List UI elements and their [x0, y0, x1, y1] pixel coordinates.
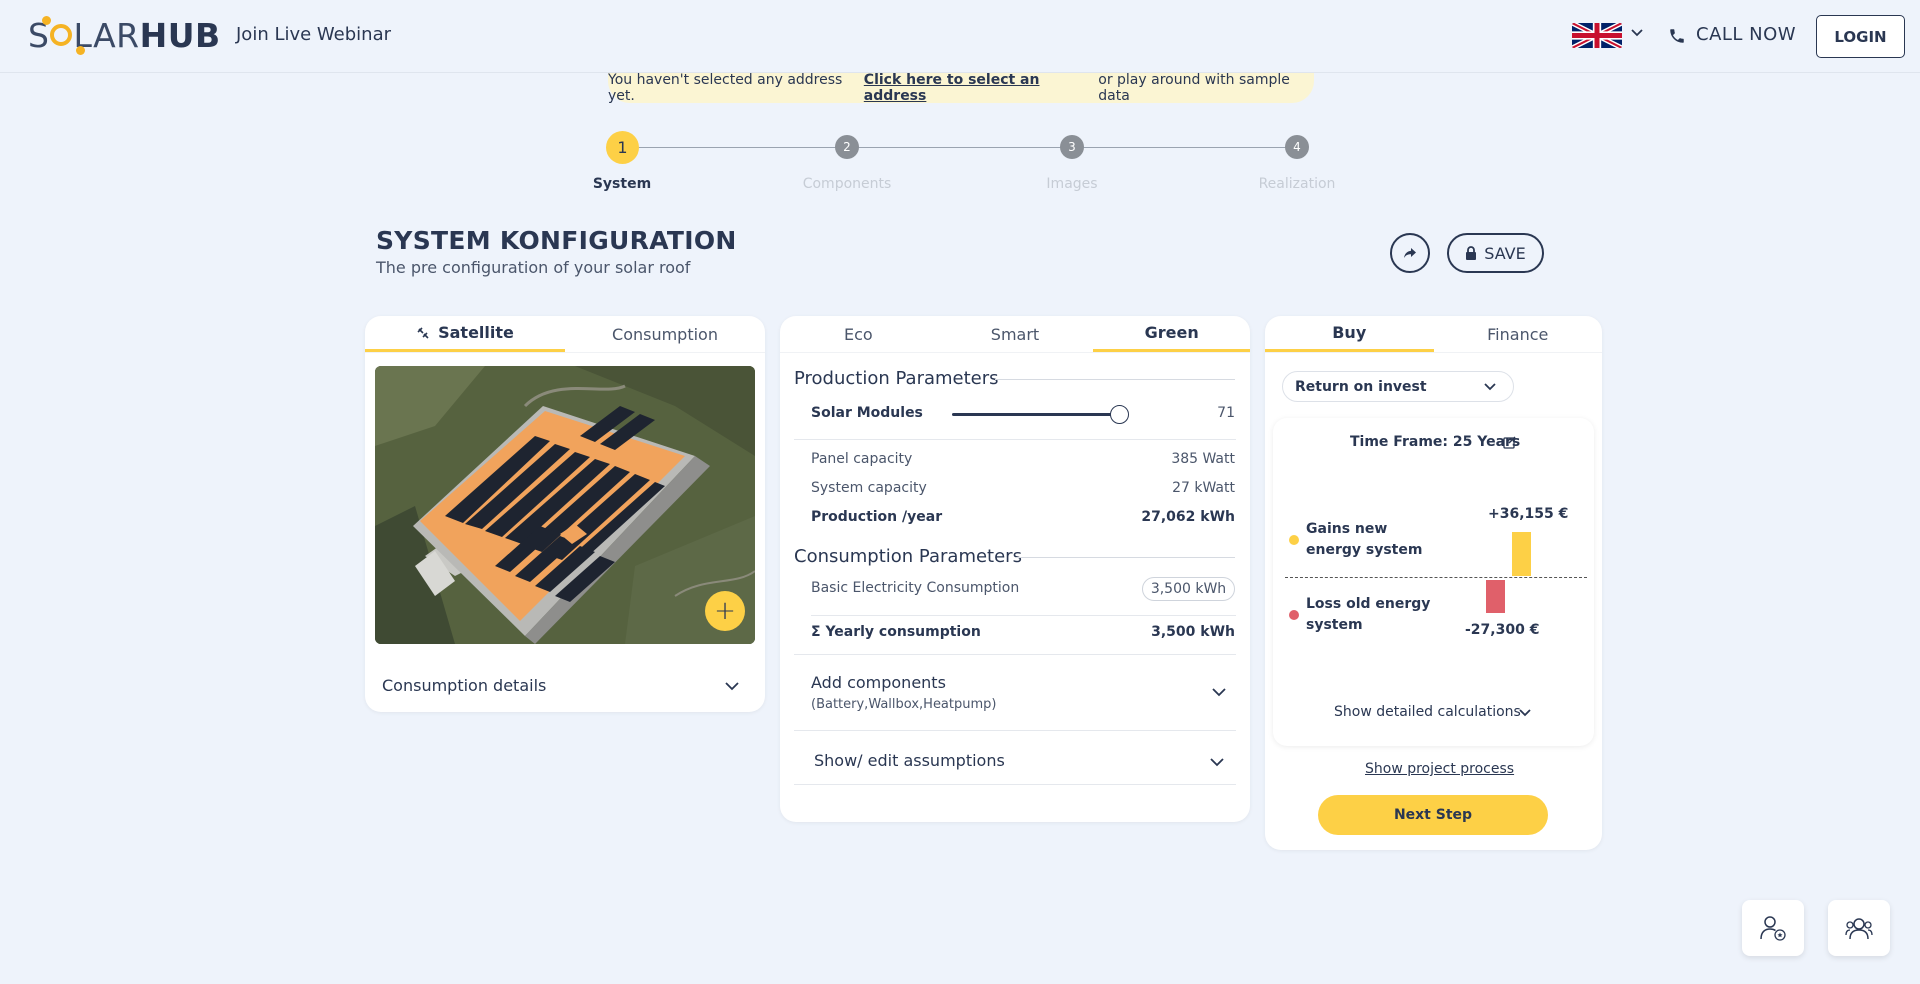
solar-modules-value: 71 [1217, 405, 1235, 421]
basic-consumption-label: Basic Electricity Consumption [811, 580, 1020, 596]
share-button[interactable] [1390, 233, 1430, 273]
step-1-label[interactable]: System [593, 176, 651, 192]
project-process-link[interactable]: Show project process [1365, 761, 1514, 777]
tab-eco[interactable]: Eco [780, 316, 937, 352]
roi-chart-card [1273, 418, 1594, 746]
chevron-down-icon[interactable] [1518, 706, 1532, 720]
gains-legend-dot [1289, 535, 1299, 545]
loss-legend-label: Loss old energy system [1306, 596, 1431, 633]
solar-modules-slider-track[interactable] [952, 413, 1118, 416]
zero-line [1285, 577, 1587, 578]
page-title: SYSTEM KONFIGURATION [376, 226, 737, 255]
tab-satellite-label: Satellite [438, 323, 514, 342]
page-subtitle: The pre configuration of your solar roof [376, 258, 691, 277]
step-3-label[interactable]: Images [1046, 176, 1097, 192]
loss-bar [1486, 580, 1505, 613]
profile-button[interactable] [1742, 900, 1804, 956]
phone-icon [1670, 29, 1684, 43]
tab-smart[interactable]: Smart [937, 316, 1094, 352]
metric-select[interactable]: Return on invest [1282, 371, 1514, 402]
add-components-toggle[interactable]: Add components [811, 673, 946, 692]
row-divider [811, 615, 1236, 616]
step-4-label[interactable]: Realization [1259, 176, 1336, 192]
tab-buy[interactable]: Buy [1265, 316, 1434, 352]
row-divider [794, 654, 1236, 655]
join-webinar-link[interactable]: Join Live Webinar [236, 24, 391, 45]
notice-text: You haven't selected any address yet. [608, 72, 843, 104]
step-3-dot[interactable]: 3 [1060, 135, 1084, 159]
panel-capacity-label: Panel capacity [811, 451, 913, 467]
share-icon [1404, 248, 1416, 258]
tab-consumption[interactable]: Consumption [565, 316, 765, 352]
chevron-down-icon[interactable] [724, 678, 740, 694]
basic-consumption-input[interactable]: 3,500 kWh [1142, 577, 1235, 601]
show-calculations-toggle[interactable]: Show detailed calculations [1334, 704, 1521, 720]
production-year-value: 27,062 kWh [1141, 509, 1235, 525]
login-button[interactable]: LOGIN [1816, 15, 1905, 58]
chevron-down-icon[interactable] [1630, 26, 1644, 40]
community-button[interactable] [1828, 900, 1890, 956]
address-notice: You haven't selected any address yet. Cl… [608, 72, 1314, 104]
row-divider [794, 730, 1236, 731]
sun-icon [42, 16, 86, 55]
step-2-dot[interactable]: 2 [835, 135, 859, 159]
section-divider [995, 379, 1235, 380]
map-tabs: Satellite Consumption [365, 316, 765, 353]
solar-modules-label: Solar Modules [811, 405, 923, 421]
step-2-label[interactable]: Components [803, 176, 892, 192]
tab-green[interactable]: Green [1093, 316, 1251, 352]
notice-text-end: or play around with sample data [1098, 72, 1290, 104]
step-1-dot[interactable]: 1 [606, 131, 639, 164]
chevron-down-icon[interactable] [1483, 380, 1497, 394]
system-capacity-label: System capacity [811, 480, 927, 496]
consumption-details-toggle[interactable]: Consumption details [382, 676, 546, 695]
row-divider [794, 784, 1236, 785]
parameters-card: Eco Smart Green [780, 316, 1251, 822]
lock-icon [1466, 245, 1477, 260]
section-divider [1015, 557, 1235, 558]
system-capacity-value: 27 kWatt [1172, 480, 1235, 496]
satellite-icon [417, 326, 429, 339]
chevron-down-icon[interactable] [1209, 754, 1225, 770]
step-4-dot[interactable]: 4 [1285, 135, 1309, 159]
save-label: SAVE [1484, 243, 1526, 263]
uk-flag-icon[interactable] [1572, 23, 1622, 48]
user-star-icon [1760, 916, 1786, 941]
consumption-parameters-title: Consumption Parameters [794, 546, 1022, 567]
loss-value: -27,300 € [1465, 622, 1540, 638]
chevron-down-icon[interactable] [1211, 684, 1227, 700]
solarhub-logo[interactable]: S LAR HUB [28, 12, 221, 58]
gains-legend-label: Gains new energy system [1306, 521, 1423, 558]
row-divider [794, 439, 1236, 440]
production-parameters-title: Production Parameters [794, 368, 999, 389]
assumptions-toggle[interactable]: Show/ edit assumptions [814, 751, 1005, 770]
add-components-hint: (Battery,Wallbox,Heatpump) [811, 697, 997, 712]
panel-capacity-value: 385 Watt [1171, 451, 1235, 467]
call-now-link[interactable]: CALL NOW [1696, 24, 1796, 45]
save-button[interactable]: SAVE [1447, 233, 1544, 273]
logo-text-hub: HUB [139, 15, 221, 55]
solar-modules-slider-handle[interactable] [1110, 405, 1129, 424]
satellite-map[interactable] [375, 366, 755, 644]
add-button[interactable]: + [705, 591, 745, 631]
map-card: Satellite Consumption [365, 316, 765, 712]
buy-finance-tabs: Buy Finance [1265, 316, 1602, 353]
gains-bar [1512, 532, 1531, 576]
timeframe-label: Time Frame: 25 Years [1350, 434, 1521, 450]
tab-satellite[interactable]: Satellite [365, 316, 565, 352]
group-icon [1845, 918, 1873, 940]
loss-legend-dot [1289, 610, 1299, 620]
package-tabs: Eco Smart Green [780, 316, 1251, 353]
yearly-consumption-value: 3,500 kWh [1151, 624, 1235, 640]
gains-value: +36,155 € [1488, 506, 1569, 522]
select-address-link[interactable]: Click here to select an address [864, 72, 1094, 104]
stepper-line [622, 147, 1298, 148]
edit-icon[interactable] [1503, 435, 1517, 449]
production-year-label: Production /year [811, 509, 943, 525]
tab-finance[interactable]: Finance [1434, 316, 1603, 352]
yearly-consumption-label: Σ Yearly consumption [811, 624, 981, 640]
header: S LAR HUB Join Live Webinar CALL NOW LOG… [0, 0, 1920, 73]
next-step-button[interactable]: Next Step [1318, 795, 1548, 835]
